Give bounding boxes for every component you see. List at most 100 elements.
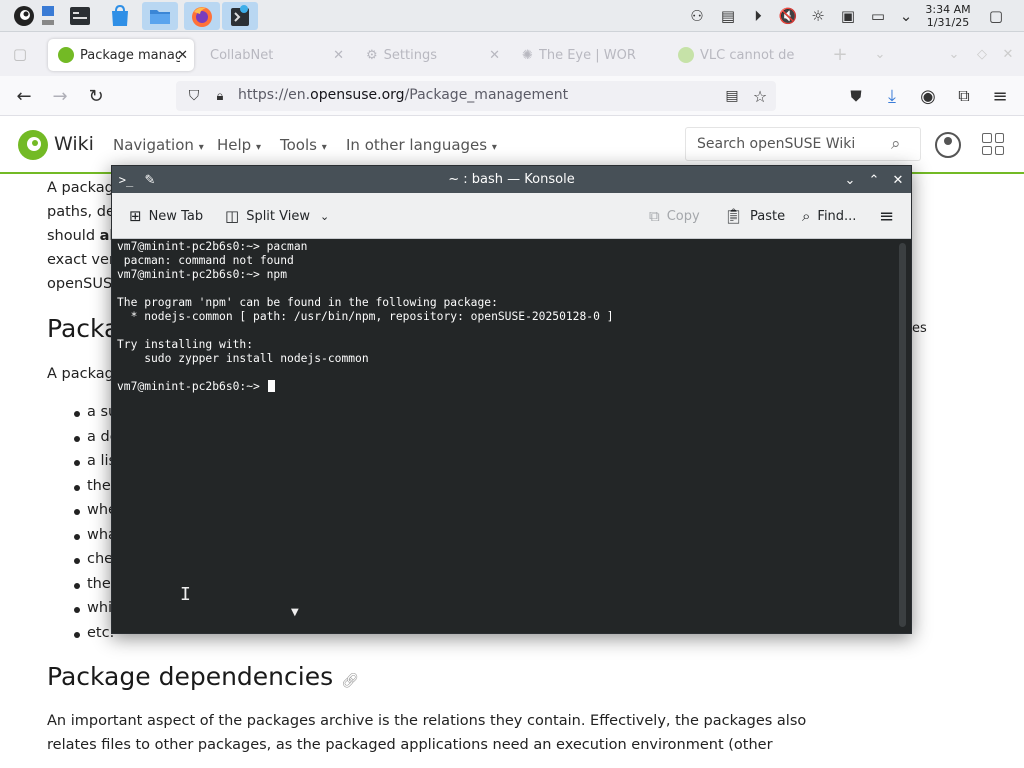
tab-the-eye[interactable]: ✺ The Eye | WOR xyxy=(512,39,662,71)
find-button[interactable]: ⌕ Find... xyxy=(802,206,856,226)
paste-button[interactable]: 📋︎ Paste xyxy=(724,206,785,226)
url-prefix: https://en. xyxy=(238,87,311,103)
user-avatar-icon[interactable] xyxy=(935,132,961,158)
apps-grid-icon[interactable] xyxy=(982,133,1004,155)
maximize-icon[interactable]: ⌃ xyxy=(864,170,884,190)
tab-list-icon[interactable]: ⌄ xyxy=(942,42,966,66)
close-icon[interactable]: ✕ xyxy=(888,170,908,190)
bookmark-star-icon[interactable]: ☆ xyxy=(748,84,772,108)
tab-title: Settings xyxy=(383,47,437,63)
close-icon[interactable]: ✕ xyxy=(177,48,188,63)
copy-button[interactable]: ⧉ Copy xyxy=(649,206,700,226)
split-view-button[interactable]: ◫ Split View ⌄ xyxy=(225,206,329,226)
opensuse-favicon-icon xyxy=(58,47,74,63)
new-tab-button[interactable]: ⊞ New Tab xyxy=(129,206,203,226)
hamburger-menu-icon[interactable]: ≡ xyxy=(879,206,894,227)
konsole-window[interactable]: >_ ✎ ~ : bash — Konsole ⌄ ⌃ ✕ ⊞ New Tab ◫… xyxy=(111,165,912,634)
section-heading: Packa xyxy=(47,314,120,343)
menu-help[interactable]: Help ▾ xyxy=(217,136,261,154)
clock[interactable]: 3:34 AM 1/31/25 xyxy=(920,3,976,29)
chevron-down-icon[interactable]: ⌄ xyxy=(868,42,892,66)
section-heading: Package dependencies 🔗︎ xyxy=(47,662,359,691)
tab-overview-icon[interactable]: ▢ xyxy=(8,42,32,66)
new-tab-icon[interactable]: + xyxy=(828,42,852,66)
intro-line: should al xyxy=(47,228,115,244)
lock-icon[interactable]: 🔒︎ xyxy=(208,84,232,108)
terminal-scrollbar[interactable] xyxy=(899,243,906,627)
anchor-link-icon[interactable]: 🔗︎ xyxy=(341,673,359,689)
pocket-icon[interactable]: ⛊ xyxy=(844,84,868,108)
url-path: /Package_management xyxy=(404,87,569,103)
download-icon[interactable]: ⤓ xyxy=(880,84,904,108)
show-desktop-icon[interactable]: ▢ xyxy=(984,4,1008,28)
menu-label: Navigation xyxy=(113,136,194,154)
menu-navigation[interactable]: Navigation ▾ xyxy=(113,136,204,154)
menu-tools[interactable]: Tools ▾ xyxy=(280,136,327,154)
reload-icon[interactable]: ↻ xyxy=(84,84,108,108)
gear-icon: ⚙ xyxy=(366,47,378,63)
menu-other-languages[interactable]: In other languages ▾ xyxy=(346,136,497,154)
minimize-icon[interactable]: ⌄ xyxy=(840,170,860,190)
chevron-up-icon[interactable]: ⌄ xyxy=(894,4,918,28)
opensuse-favicon-icon xyxy=(678,47,694,63)
bullet-dot xyxy=(74,632,80,638)
clock-time: 3:34 AM xyxy=(925,3,971,16)
terminal-app-icon[interactable] xyxy=(62,2,98,30)
account-icon[interactable]: ◉ xyxy=(916,84,940,108)
new-tab-icon: ⊞ xyxy=(129,207,142,225)
firefox-icon[interactable] xyxy=(184,2,220,30)
caret-down-icon: ▾ xyxy=(255,142,262,153)
caret-down-icon: ▾ xyxy=(321,142,327,153)
tab-title: Package manag xyxy=(80,47,180,63)
desktop-icon[interactable] xyxy=(34,2,62,30)
paste-icon: 📋︎ xyxy=(724,207,744,225)
terminal-output[interactable]: vm7@minint-pc2b6s0:~> pacman pacman: com… xyxy=(112,239,911,633)
url-text[interactable]: https://en.opensuse.org/Package_manageme… xyxy=(238,87,568,103)
file-manager-icon[interactable] xyxy=(142,2,178,30)
bullet-item: the xyxy=(87,576,111,592)
bullet-dot xyxy=(74,534,80,540)
navigation-toolbar: ← → ↻ ⛉ 🔒︎ https://en.opensuse.org/Packa… xyxy=(0,76,1024,116)
copy-label: Copy xyxy=(666,208,700,224)
extensions-icon[interactable]: ⧉ xyxy=(952,84,976,108)
find-label: Find... xyxy=(817,208,857,224)
close-icon[interactable]: ✕ xyxy=(489,48,500,63)
display-icon[interactable]: ▭ xyxy=(866,4,890,28)
bullet-item: the xyxy=(87,478,111,494)
terminal-line: vm7@minint-pc2b6s0:~> npm xyxy=(117,268,288,281)
tracking-shield-icon[interactable]: ⛉ xyxy=(182,84,206,108)
wiki-search-input[interactable]: Search openSUSE Wiki ⌕ xyxy=(685,127,921,161)
forward-arrow-icon[interactable]: → xyxy=(48,84,72,108)
konsole-icon[interactable] xyxy=(222,2,258,30)
address-bar[interactable]: ⛉ 🔒︎ https://en.opensuse.org/Package_man… xyxy=(176,81,776,111)
konsole-titlebar[interactable]: >_ ✎ ~ : bash — Konsole ⌄ ⌃ ✕ xyxy=(112,166,911,193)
minimize-window-icon[interactable]: ◇ xyxy=(970,42,994,66)
mouse-pointer-icon: ▼ xyxy=(291,607,299,618)
hamburger-menu-icon[interactable]: ≡ xyxy=(988,84,1012,108)
tab-strip: ▢ Package manag ✕ CollabNet ✕ ⚙ Settings… xyxy=(0,32,1024,76)
side-text-fragment: es xyxy=(912,321,927,336)
close-icon[interactable]: ✕ xyxy=(333,48,344,63)
close-window-icon[interactable]: ✕ xyxy=(996,42,1020,66)
paste-label: Paste xyxy=(750,208,786,224)
search-icon[interactable]: ⌕ xyxy=(891,134,901,154)
url-host: opensuse.org xyxy=(310,87,405,103)
tab-vlc[interactable]: VLC cannot de xyxy=(668,39,818,71)
store-icon[interactable] xyxy=(102,2,138,30)
reader-view-icon[interactable]: ▤ xyxy=(720,84,744,108)
volume-muted-icon[interactable]: 🔇 xyxy=(776,4,800,28)
split-view-icon: ◫ xyxy=(225,207,240,225)
network-icon[interactable]: ⚇ xyxy=(685,4,709,28)
tab-settings[interactable]: ⚙ Settings ✕ xyxy=(356,39,506,71)
back-arrow-icon[interactable]: ← xyxy=(12,84,36,108)
brightness-icon[interactable]: ☼ xyxy=(806,4,830,28)
tab-collabnet[interactable]: CollabNet ✕ xyxy=(200,39,350,71)
wiki-site-name[interactable]: Wiki xyxy=(54,133,94,155)
terminal-prompt-line[interactable]: vm7@minint-pc2b6s0:~> xyxy=(117,380,275,394)
bullet-dot xyxy=(74,485,80,491)
tab-package-management[interactable]: Package manag ✕ xyxy=(48,39,194,71)
media-play-icon[interactable]: ⏵ xyxy=(746,4,770,28)
clipboard-icon[interactable]: ▤ xyxy=(716,4,740,28)
opensuse-logo-icon[interactable] xyxy=(18,130,48,160)
storage-icon[interactable]: ▣ xyxy=(836,4,860,28)
